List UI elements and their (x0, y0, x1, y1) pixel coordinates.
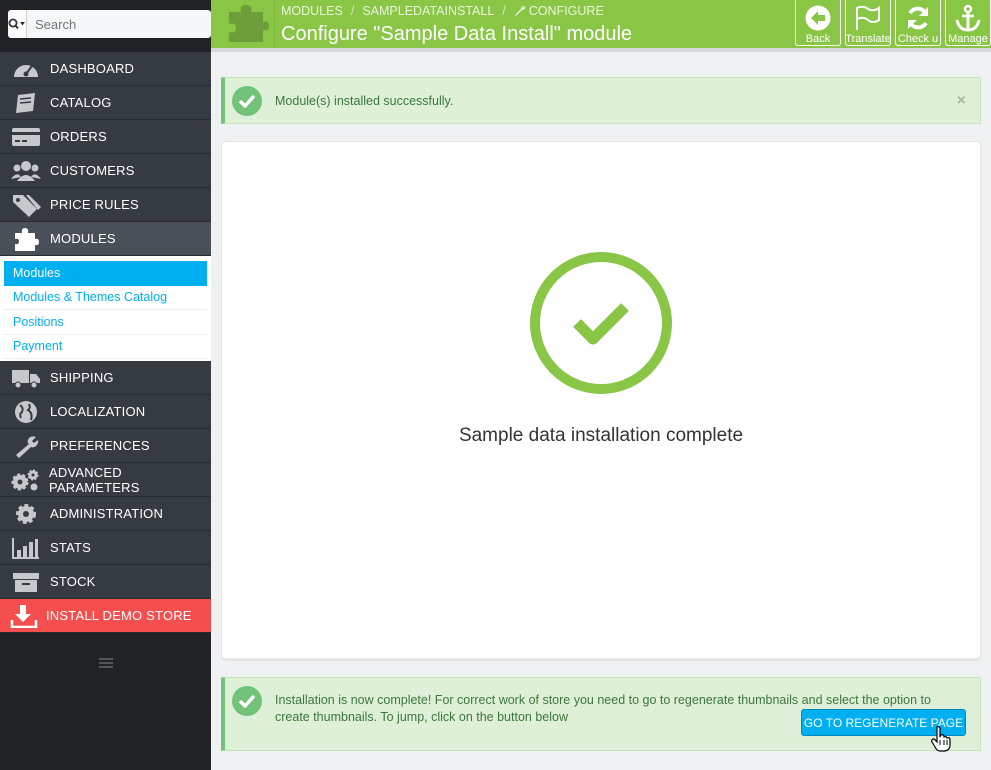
success-alert: Module(s) installed successfully. × (221, 77, 981, 124)
download-icon (10, 602, 38, 630)
sidebar-menu: DASHBOARD CATALOG ORDERS CUSTOMERS PRICE… (0, 52, 211, 633)
gear-icon (10, 500, 42, 528)
sidebar-item-label: STOCK (50, 574, 96, 589)
breadcrumb-separator: / (502, 4, 506, 18)
search-icon (8, 18, 25, 30)
sidebar-item-label: MODULES (50, 231, 116, 246)
globe-icon (10, 398, 42, 426)
puzzle-icon (219, 0, 275, 48)
sidebar-item-localization[interactable]: LOCALIZATION (0, 395, 211, 429)
sidebar-item-label: DASHBOARD (50, 61, 135, 76)
credit-card-icon (10, 123, 42, 151)
sidebar-item-label: PREFERENCES (50, 438, 150, 453)
sidebar-item-advanced-parameters[interactable]: ADVANCED PARAMETERS (0, 463, 211, 497)
sidebar-item-label: CATALOG (50, 95, 112, 110)
breadcrumb-label: CONFIGURE (528, 4, 604, 18)
sidebar-item-label: SHIPPING (50, 370, 114, 385)
puzzle-icon (10, 225, 42, 253)
arrow-left-circle-icon (805, 5, 831, 31)
sidebar-item-label: INSTALL DEMO STORE (46, 608, 192, 623)
back-button[interactable]: Back (795, 0, 841, 46)
check-update-button[interactable]: Check u (895, 0, 941, 46)
hand-pointer-icon (931, 726, 951, 752)
submenu-item-modules[interactable]: Modules (4, 261, 207, 286)
sidebar-item-modules[interactable]: MODULES (0, 222, 211, 256)
sidebar-item-label: STATS (50, 540, 91, 555)
wrench-icon (10, 432, 42, 460)
sidebar-item-price-rules[interactable]: PRICE RULES (0, 188, 211, 222)
main-panel: Sample data installation complete (221, 141, 981, 659)
sidebar-item-customers[interactable]: CUSTOMERS (0, 154, 211, 188)
completion-message: Sample data installation complete (458, 425, 744, 446)
sidebar-item-administration[interactable]: ADMINISTRATION (0, 497, 211, 531)
sidebar-item-catalog[interactable]: CATALOG (0, 86, 211, 120)
sidebar-item-install-demo-store[interactable]: INSTALL DEMO STORE (0, 599, 211, 633)
breadcrumb-item-current: CONFIGURE (514, 4, 604, 18)
sidebar-item-stats[interactable]: STATS (0, 531, 211, 565)
sidebar-item-label: PRICE RULES (50, 197, 139, 212)
search-box (8, 10, 211, 38)
sidebar-item-label: CUSTOMERS (50, 163, 135, 178)
sidebar-item-preferences[interactable]: PREFERENCES (0, 429, 211, 463)
submenu-item-modules-themes-catalog[interactable]: Modules & Themes Catalog (4, 286, 207, 310)
gears-icon (10, 466, 41, 494)
wrench-icon (514, 5, 526, 16)
sidebar: DASHBOARD CATALOG ORDERS CUSTOMERS PRICE… (0, 0, 211, 770)
sidebar-item-stock[interactable]: STOCK (0, 565, 211, 599)
sidebar-item-shipping[interactable]: SHIPPING (0, 361, 211, 395)
toolbar: Back Translate Check u Manage (795, 0, 991, 46)
button-label: Check u (897, 33, 939, 45)
manage-hooks-button[interactable]: Manage (945, 0, 991, 46)
sidebar-item-label: ADMINISTRATION (50, 506, 164, 521)
refresh-icon (908, 6, 928, 30)
search-input[interactable] (27, 10, 211, 38)
users-icon (10, 157, 42, 185)
submenu-item-payment[interactable]: Payment (4, 335, 207, 359)
sidebar-item-label: LOCALIZATION (50, 404, 146, 419)
truck-icon (10, 364, 42, 392)
menu-collapse-icon[interactable] (99, 658, 113, 670)
book-icon (10, 89, 42, 117)
close-icon[interactable]: × (957, 92, 966, 110)
breadcrumb-separator: / (350, 4, 355, 18)
button-label: Manage (948, 33, 988, 45)
check-circle-icon (232, 86, 262, 116)
button-label: Back (805, 33, 831, 45)
page-header: MODULES / SAMPLEDATAINSTALL / CONFIGURE … (211, 0, 991, 52)
breadcrumb-item[interactable]: MODULES (281, 4, 343, 18)
breadcrumb: MODULES / SAMPLEDATAINSTALL / CONFIGURE (281, 4, 604, 18)
flag-icon (856, 5, 880, 30)
search-type-button[interactable] (8, 10, 27, 38)
check-circle-icon (232, 686, 262, 716)
check-circle-icon (530, 252, 672, 394)
sidebar-item-label: ADVANCED PARAMETERS (48, 464, 140, 495)
dashboard-icon (10, 55, 42, 83)
page-title: Configure "Sample Data Install" module (281, 23, 633, 45)
modules-submenu: Modules Modules & Themes Catalog Positio… (0, 256, 211, 361)
alert-message: Module(s) installed successfully. (275, 94, 454, 108)
sidebar-item-dashboard[interactable]: DASHBOARD (0, 52, 211, 86)
submenu-item-positions[interactable]: Positions (4, 310, 207, 335)
anchor-icon (955, 4, 981, 32)
sidebar-item-orders[interactable]: ORDERS (0, 120, 211, 154)
archive-box-icon (10, 568, 42, 596)
breadcrumb-item[interactable]: SAMPLEDATAINSTALL (362, 4, 494, 18)
button-label: Translate (845, 33, 891, 45)
sidebar-item-label: ORDERS (50, 129, 107, 144)
translate-button[interactable]: Translate (845, 0, 891, 46)
bar-chart-icon (10, 534, 42, 562)
tags-icon (10, 191, 42, 219)
